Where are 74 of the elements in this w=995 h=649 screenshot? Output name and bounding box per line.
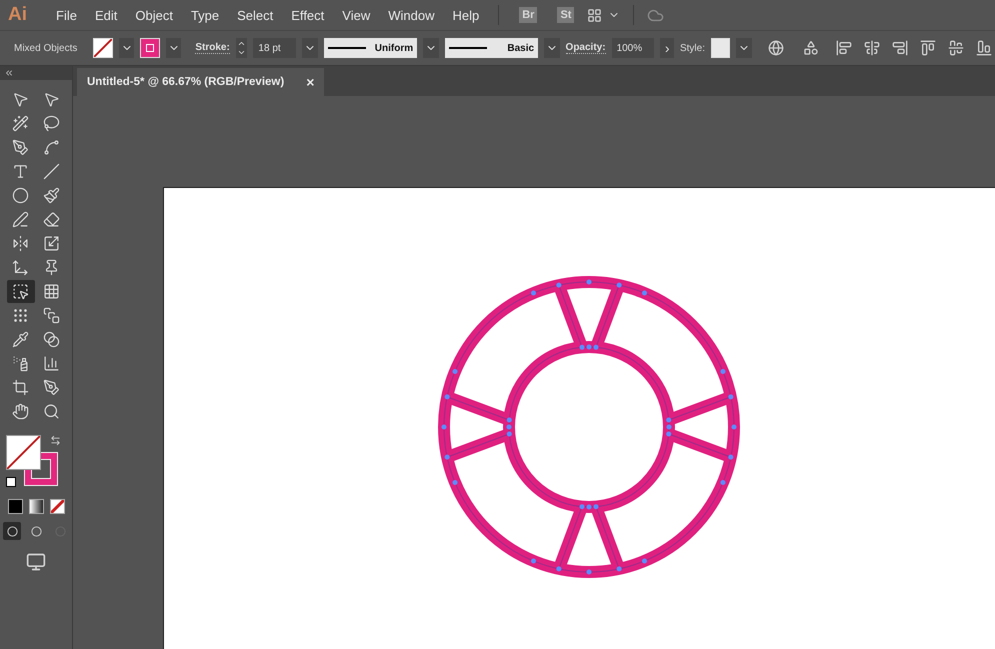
blend-icon (43, 331, 60, 348)
fill-swatch[interactable] (93, 38, 113, 58)
align-middle-icon[interactable] (948, 40, 964, 56)
pin-icon (43, 259, 60, 276)
gradient-button[interactable] (28, 499, 44, 514)
ellipse-icon (12, 187, 29, 204)
app-logo: Ai (8, 4, 27, 26)
type-icon (12, 163, 29, 180)
opacity-field[interactable]: 100% (612, 38, 654, 58)
lasso-icon (43, 115, 60, 132)
caret-icon[interactable] (736, 38, 752, 58)
align-right-icon[interactable] (892, 40, 908, 56)
curve-pen-icon (43, 139, 60, 156)
opacity-label[interactable]: Opacity: (566, 42, 606, 54)
align-top-icon[interactable] (920, 40, 936, 56)
stroke-label[interactable]: Stroke: (195, 42, 230, 54)
caret-icon[interactable] (302, 38, 318, 58)
screen-mode-icon[interactable] (26, 552, 46, 572)
crop-icon (12, 379, 29, 396)
draw-mode-button[interactable] (3, 522, 21, 540)
caret-icon[interactable] (118, 38, 134, 58)
menu-item[interactable]: Edit (86, 8, 126, 22)
eraser-icon (43, 211, 60, 228)
document-tab[interactable]: Untitled-5* @ 66.67% (RGB/Preview) × (77, 68, 324, 96)
circle-icon (6, 526, 18, 536)
eyedropper-icon (12, 331, 29, 348)
tool-button[interactable] (6, 280, 34, 303)
spinner-icon[interactable] (236, 38, 248, 58)
style-label: Style: (680, 42, 705, 54)
align-center-icon[interactable] (864, 40, 880, 56)
line-icon (43, 163, 60, 180)
align-left-icon[interactable] (836, 40, 852, 56)
menu-item[interactable]: Window (379, 8, 444, 22)
pointer-icon (43, 91, 60, 108)
stroke-weight-field[interactable]: 18 pt (253, 38, 296, 58)
bar-chart-icon (43, 355, 60, 372)
spray-can-icon (12, 355, 29, 372)
reflect-icon (12, 235, 29, 252)
menu-item[interactable]: Help (443, 8, 488, 22)
color-button[interactable] (8, 499, 22, 514)
selection-label: Mixed Objects (14, 42, 78, 54)
stroke-swatch[interactable] (140, 38, 160, 58)
pencil-icon (12, 211, 29, 228)
caret-icon[interactable] (166, 38, 182, 58)
menu-item[interactable]: Select (228, 8, 282, 22)
caret-icon[interactable] (423, 38, 439, 58)
menu-item[interactable]: Effect (282, 8, 334, 22)
pen-icon (12, 139, 29, 156)
shape-builder-icon (12, 283, 29, 300)
caret-icon[interactable] (544, 38, 560, 58)
close-button[interactable]: × (306, 74, 314, 90)
pointer-icon (12, 91, 29, 108)
profile-dropdown[interactable]: Uniform (324, 38, 418, 58)
globe-icon[interactable] (768, 40, 784, 56)
menu-item[interactable]: Object (126, 8, 182, 22)
workspace-icon[interactable] (587, 8, 602, 22)
fill-color-box[interactable] (6, 435, 41, 470)
style-swatch[interactable] (710, 38, 730, 58)
hand-icon (12, 403, 29, 420)
collapse-icon[interactable] (4, 68, 14, 78)
menu-item[interactable]: Type (182, 8, 228, 22)
wand-icon (12, 115, 29, 132)
grid-icon (43, 283, 60, 300)
document-title: Untitled-5* @ 66.67% (RGB/Preview) (87, 76, 284, 88)
menu-item[interactable]: View (333, 8, 380, 22)
menu-item[interactable]: File (47, 8, 86, 22)
circle-icon (30, 526, 42, 536)
swap-icon[interactable] (50, 435, 61, 446)
scale-icon (43, 235, 60, 252)
none-button[interactable] (50, 499, 64, 514)
brush-dropdown[interactable]: Basic (444, 38, 538, 58)
brush-icon (43, 187, 60, 204)
zoom-icon (43, 403, 60, 420)
align-bottom-icon[interactable] (976, 40, 992, 56)
